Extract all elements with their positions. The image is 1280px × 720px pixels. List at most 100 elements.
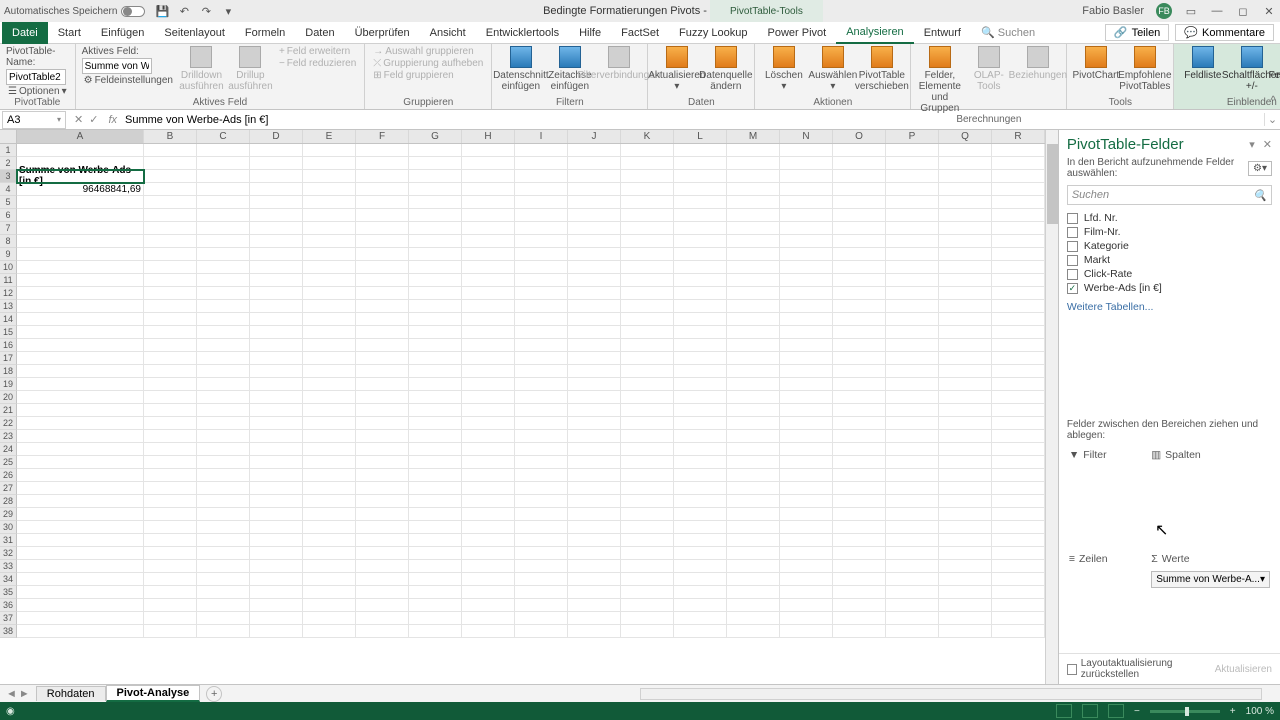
cell[interactable] xyxy=(939,456,992,469)
maximize-icon[interactable]: ◻ xyxy=(1236,4,1250,18)
value-field-pill[interactable]: Summe von Werbe-A... ▾ xyxy=(1151,571,1270,588)
field-item[interactable]: Click-Rate xyxy=(1067,267,1272,281)
cell[interactable] xyxy=(409,612,462,625)
cell[interactable] xyxy=(356,573,409,586)
cell[interactable] xyxy=(409,599,462,612)
cell[interactable] xyxy=(886,599,939,612)
cell[interactable] xyxy=(250,521,303,534)
tab-insert[interactable]: Einfügen xyxy=(91,22,154,44)
cell[interactable] xyxy=(674,326,727,339)
cell[interactable] xyxy=(939,469,992,482)
cell[interactable] xyxy=(356,222,409,235)
cell[interactable] xyxy=(780,430,833,443)
cell[interactable] xyxy=(250,235,303,248)
cell[interactable] xyxy=(939,326,992,339)
cell[interactable] xyxy=(621,222,674,235)
cell[interactable] xyxy=(727,261,780,274)
cell[interactable] xyxy=(886,521,939,534)
cell[interactable] xyxy=(621,612,674,625)
cell[interactable] xyxy=(727,430,780,443)
cell[interactable] xyxy=(356,469,409,482)
cell[interactable] xyxy=(780,183,833,196)
cell[interactable] xyxy=(250,209,303,222)
cell[interactable] xyxy=(356,625,409,638)
cell[interactable] xyxy=(674,261,727,274)
col-header-g[interactable]: G xyxy=(409,130,462,143)
cell[interactable] xyxy=(197,248,250,261)
cell[interactable] xyxy=(515,352,568,365)
cell[interactable] xyxy=(886,157,939,170)
cell[interactable] xyxy=(303,417,356,430)
cell[interactable] xyxy=(992,365,1045,378)
cell[interactable] xyxy=(144,287,197,300)
cell[interactable] xyxy=(886,196,939,209)
more-tables-link[interactable]: Weitere Tabellen... xyxy=(1067,295,1272,313)
cell[interactable] xyxy=(197,482,250,495)
cell[interactable] xyxy=(462,469,515,482)
row-header[interactable]: 18 xyxy=(0,365,17,378)
cell[interactable] xyxy=(780,547,833,560)
row-header[interactable]: 1 xyxy=(0,144,17,157)
cell[interactable] xyxy=(409,352,462,365)
cell[interactable] xyxy=(674,586,727,599)
cell[interactable] xyxy=(356,326,409,339)
cell[interactable] xyxy=(303,482,356,495)
cell[interactable] xyxy=(356,261,409,274)
cell[interactable] xyxy=(409,378,462,391)
cell[interactable] xyxy=(992,274,1045,287)
cell[interactable] xyxy=(833,235,886,248)
cell[interactable] xyxy=(144,339,197,352)
cell[interactable] xyxy=(674,196,727,209)
cell[interactable] xyxy=(356,482,409,495)
row-header[interactable]: 33 xyxy=(0,560,17,573)
cell[interactable] xyxy=(727,612,780,625)
cell[interactable] xyxy=(727,456,780,469)
defer-layout-checkbox[interactable]: Layoutaktualisierung zurückstellen xyxy=(1067,658,1215,680)
cell[interactable] xyxy=(303,456,356,469)
cell[interactable] xyxy=(409,521,462,534)
cell[interactable] xyxy=(515,469,568,482)
cell[interactable] xyxy=(409,508,462,521)
fieldlist-button[interactable]: Feldliste xyxy=(1180,46,1225,81)
cell[interactable] xyxy=(515,300,568,313)
cell[interactable] xyxy=(727,586,780,599)
cell[interactable] xyxy=(727,599,780,612)
cell[interactable] xyxy=(144,430,197,443)
scrollbar-thumb[interactable] xyxy=(1047,144,1058,224)
cell[interactable] xyxy=(250,443,303,456)
cell[interactable] xyxy=(144,612,197,625)
sheet-next-icon[interactable]: ► xyxy=(19,688,30,700)
zoom-thumb[interactable] xyxy=(1185,707,1189,716)
cell[interactable] xyxy=(780,612,833,625)
cell[interactable] xyxy=(144,365,197,378)
cell[interactable] xyxy=(462,170,515,183)
cell[interactable] xyxy=(17,300,144,313)
cell[interactable] xyxy=(462,196,515,209)
cell[interactable] xyxy=(568,534,621,547)
cell[interactable] xyxy=(409,495,462,508)
enter-icon[interactable]: ✓ xyxy=(89,113,98,126)
cell[interactable] xyxy=(568,430,621,443)
cell[interactable] xyxy=(303,443,356,456)
cell[interactable] xyxy=(515,495,568,508)
cell[interactable] xyxy=(144,391,197,404)
cell[interactable] xyxy=(939,430,992,443)
sheet-tab-pivot-analyse[interactable]: Pivot-Analyse xyxy=(106,685,201,702)
cell[interactable] xyxy=(833,443,886,456)
cell[interactable] xyxy=(144,456,197,469)
cell[interactable] xyxy=(621,209,674,222)
cell[interactable] xyxy=(144,417,197,430)
col-header-f[interactable]: F xyxy=(356,130,409,143)
cell[interactable] xyxy=(939,170,992,183)
cell[interactable] xyxy=(17,586,144,599)
cell[interactable] xyxy=(409,183,462,196)
cell[interactable] xyxy=(780,196,833,209)
cell[interactable] xyxy=(992,209,1045,222)
sheet-prev-icon[interactable]: ◄ xyxy=(6,688,17,700)
cell[interactable] xyxy=(992,235,1045,248)
cell[interactable] xyxy=(674,612,727,625)
slicer-button[interactable]: Datenschnitt einfügen xyxy=(498,46,543,92)
cell[interactable] xyxy=(303,599,356,612)
cell[interactable] xyxy=(780,482,833,495)
cell[interactable] xyxy=(780,469,833,482)
